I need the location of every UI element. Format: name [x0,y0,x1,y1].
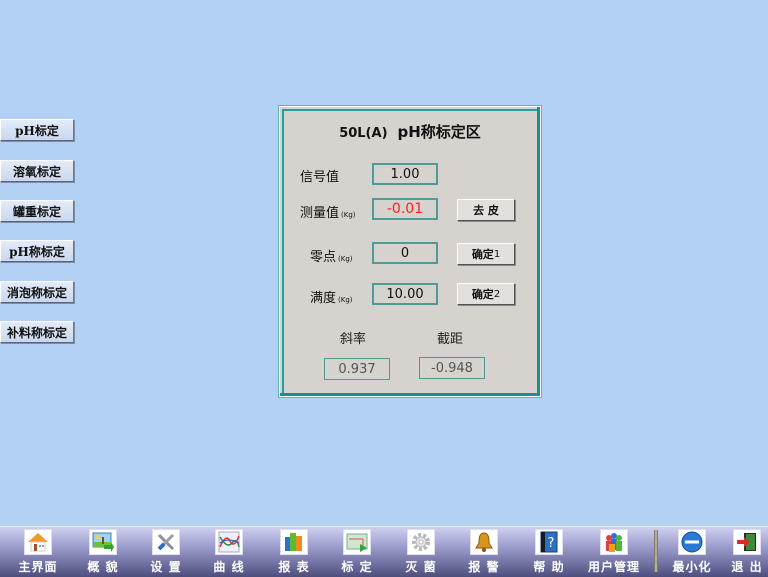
home-icon [24,529,52,555]
toolbar-user-management-label: 用户管理 [587,560,640,574]
toolbar-report-label: 报 表 [278,560,310,574]
toolbar-help-button[interactable]: ? 帮 助 [522,529,576,575]
toolbar-minimize-button[interactable]: 最小化 [665,529,719,575]
toolbar-settings-label: 设 置 [150,560,182,574]
panel-title: 50L(A) pH称标定区 [280,121,540,142]
tare-button[interactable]: 去 皮 [457,199,515,221]
intercept-value: -0.948 [419,357,485,379]
full-label: 满度 (Kg) [310,287,353,306]
calibration-icon [343,529,371,555]
toolbar-separator [654,530,658,572]
confirm1-num: 1 [493,248,501,260]
slope-label: 斜率 [340,332,367,347]
sidebar-item-ph-calibration[interactable]: pH标定 [0,119,74,141]
toolbar-exit-label: 退 出 [731,560,763,574]
full-value[interactable]: 10.00 [372,283,438,305]
confirm2-num: 2 [493,288,501,300]
bell-icon [470,529,498,555]
signal-value: 1.00 [372,163,438,185]
intercept-label: 截距 [437,332,464,347]
bottom-toolbar: 主界面 概 貌 设 置 曲 线 报 表 标 定 灭 菌 报 警 ? 帮 助 用户… [0,526,768,577]
toolbar-report-button[interactable]: 报 表 [267,529,321,575]
toolbar-user-management-button[interactable]: 用户管理 [587,529,641,575]
report-icon [280,529,308,555]
toolbar-settings-button[interactable]: 设 置 [139,529,193,575]
calibration-panel: 50L(A) pH称标定区 信号值 1.00 测量值 (Kg) -0.01 去 皮 … [279,106,541,397]
toolbar-calibration-label: 标 定 [341,560,373,574]
toolbar-exit-button[interactable]: 退 出 [720,529,768,575]
measure-value: -0.01 [372,198,438,220]
toolbar-curve-label: 曲 线 [213,560,245,574]
curve-chart-icon [215,529,243,555]
sidebar-item-ph-scale-calibration[interactable]: pH称标定 [0,240,74,262]
sidebar-item-tank-weight-calibration[interactable]: 罐重标定 [0,200,74,222]
toolbar-calibration-button[interactable]: 标 定 [330,529,384,575]
overview-icon [89,529,117,555]
toolbar-minimize-label: 最小化 [672,560,712,574]
measure-unit: (Kg) [341,211,356,219]
toolbar-sterilize-label: 灭 菌 [405,560,437,574]
toolbar-help-label: 帮 助 [533,560,565,574]
svg-text:?: ? [548,536,555,551]
help-book-icon: ? [535,529,563,555]
zero-unit: (Kg) [338,255,353,263]
signal-label: 信号值 [300,170,340,185]
full-label-text: 满度 [310,291,337,306]
toolbar-alarm-button[interactable]: 报 警 [457,529,511,575]
toolbar-overview-label: 概 貌 [87,560,119,574]
toolbar-curve-button[interactable]: 曲 线 [202,529,256,575]
toolbar-overview-button[interactable]: 概 貌 [76,529,130,575]
zero-value[interactable]: 0 [372,242,438,264]
zero-label: 零点 (Kg) [310,246,353,265]
confirm1-button[interactable]: 确定 1 [457,243,515,265]
measure-label-text: 测量值 [300,206,340,221]
measure-label: 测量值 (Kg) [300,202,356,221]
toolbar-home-label: 主界面 [18,560,58,574]
exit-door-icon [733,529,761,555]
sidebar-item-antifoam-scale-calibration[interactable]: 消泡称标定 [0,281,74,303]
zero-label-text: 零点 [310,250,337,265]
confirm2-text: 确定 [471,288,494,301]
full-unit: (Kg) [338,296,353,304]
settings-tools-icon [152,529,180,555]
toolbar-home-button[interactable]: 主界面 [11,529,65,575]
minimize-icon [678,529,706,555]
confirm2-button[interactable]: 确定 2 [457,283,515,305]
toolbar-alarm-label: 报 警 [468,560,500,574]
users-icon [600,529,628,555]
confirm1-text: 确定 [471,248,494,261]
sidebar-item-feed-scale-calibration[interactable]: 补料称标定 [0,321,74,343]
gear-icon [407,529,435,555]
panel-title-text: pH称标定区 [397,123,481,141]
slope-value: 0.937 [324,358,390,380]
sidebar-item-do-calibration[interactable]: 溶氧标定 [0,160,74,182]
toolbar-sterilize-button[interactable]: 灭 菌 [394,529,448,575]
panel-model: 50L(A) [339,126,388,141]
